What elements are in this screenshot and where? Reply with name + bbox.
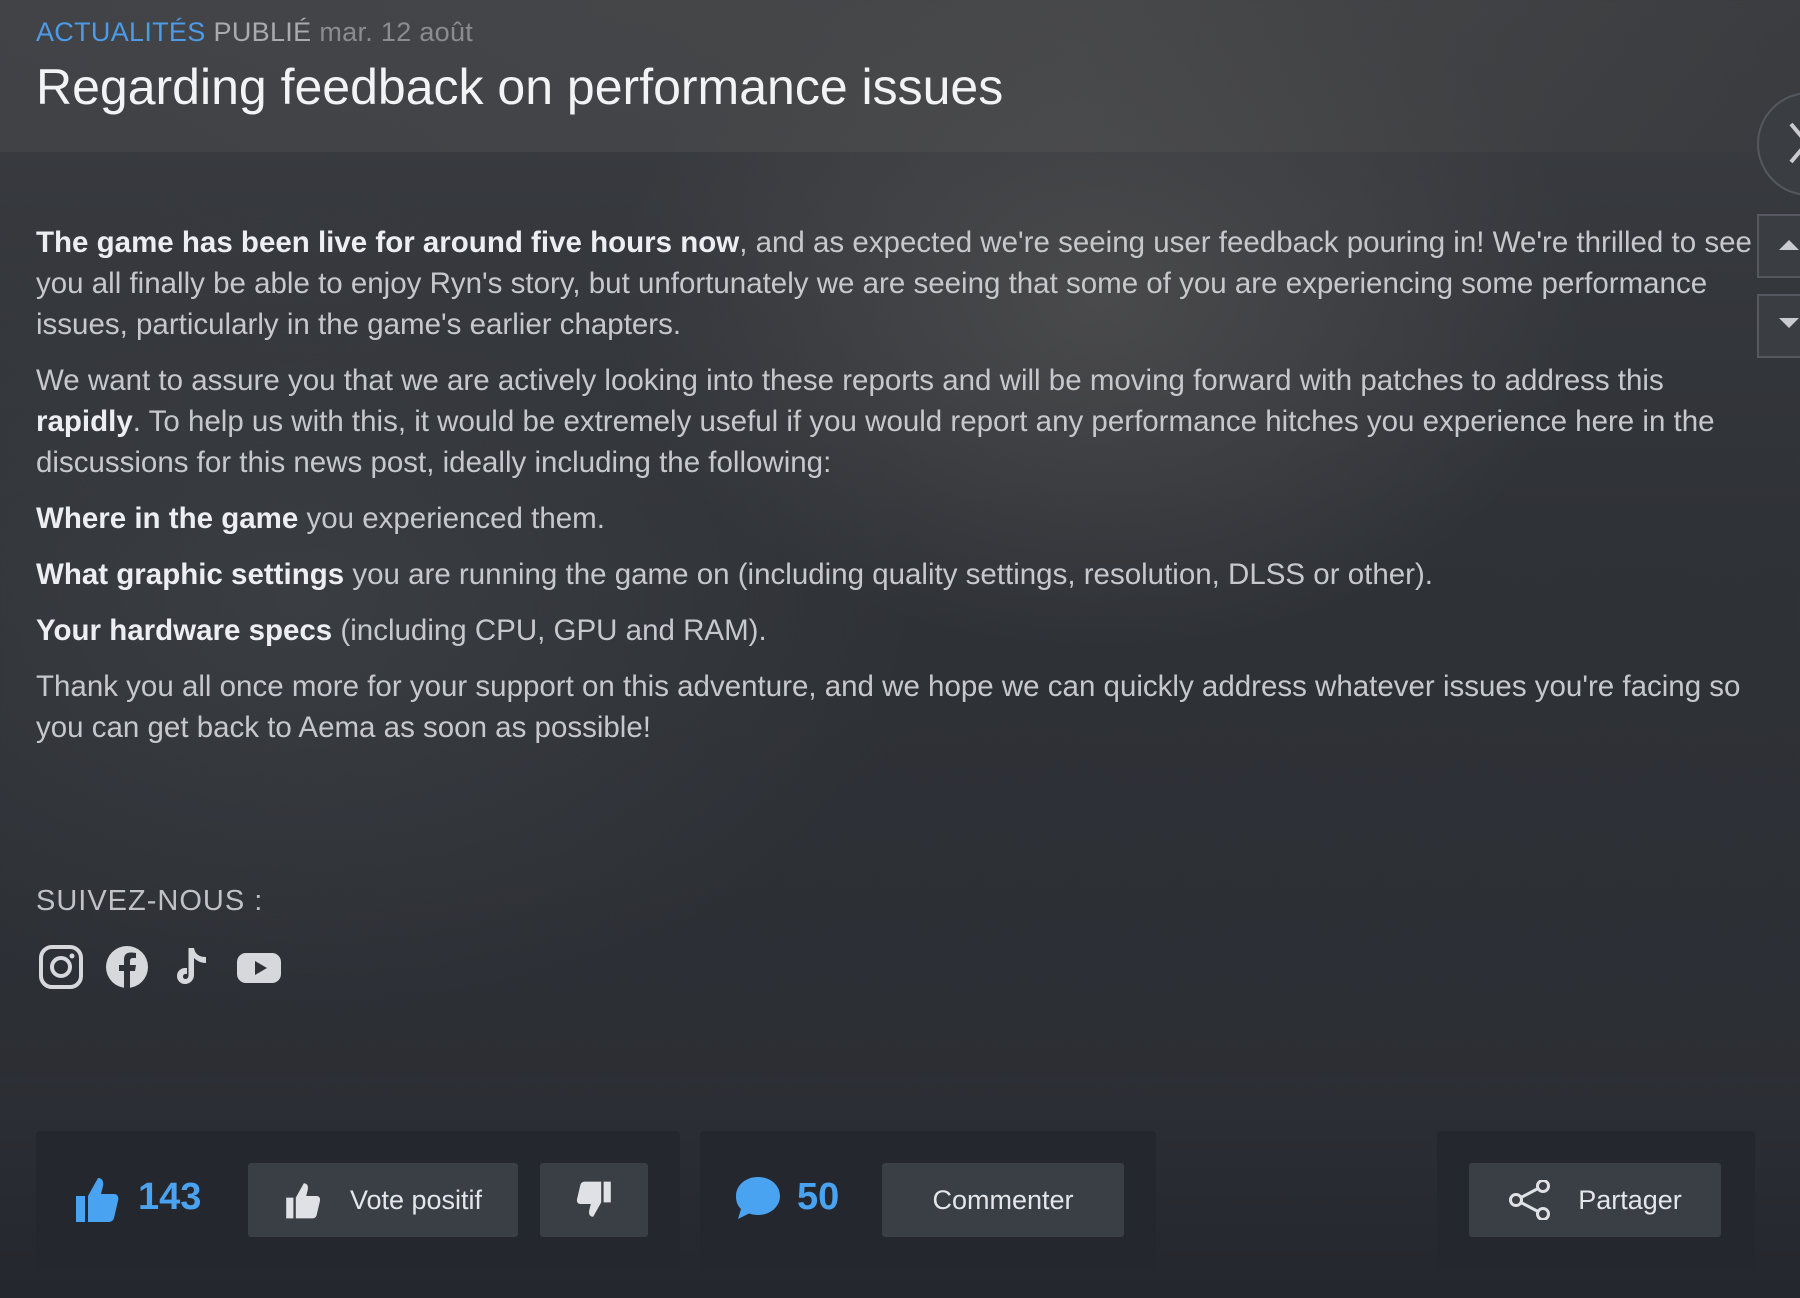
youtube-icon[interactable]: [236, 944, 282, 990]
share-label: Partager: [1578, 1184, 1682, 1215]
chevron-up-icon: [1779, 240, 1799, 250]
thumbs-down-icon: [576, 1181, 611, 1217]
tiktok-icon[interactable]: [170, 944, 216, 990]
vote-up-button[interactable]: Vote positif: [248, 1163, 518, 1237]
published-label: PUBLIÉ: [213, 17, 312, 47]
news-meta: ACTUALITÉS PUBLIÉ mar. 12 août: [36, 17, 473, 48]
vote-count: 143: [138, 1176, 202, 1218]
chevron-down-icon: [1779, 318, 1799, 328]
instagram-icon[interactable]: [38, 944, 84, 990]
paragraph-hardware: Your hardware specs (including CPU, GPU …: [36, 614, 767, 647]
thumbs-up-icon: [76, 1178, 119, 1222]
paragraph-assurance: We want to assure you that we are active…: [36, 364, 1715, 479]
publish-date: mar. 12 août: [319, 17, 474, 47]
previous-post-button[interactable]: [1757, 214, 1800, 278]
comment-button[interactable]: Commenter: [882, 1163, 1124, 1237]
article-body: The game has been live for around five h…: [36, 222, 1756, 763]
comment-count: 50: [797, 1176, 840, 1218]
page-title: Regarding feedback on performance issues: [36, 59, 1004, 115]
category-link[interactable]: ACTUALITÉS: [36, 17, 206, 47]
paragraph-where: Where in the game you experienced them.: [36, 502, 605, 535]
close-icon: [1789, 122, 1800, 164]
paragraph-intro: The game has been live for around five h…: [36, 226, 1752, 341]
thumbs-up-icon: [286, 1183, 321, 1219]
social-links: [38, 944, 282, 990]
comment-label: Commenter: [932, 1184, 1074, 1215]
vote-up-label: Vote positif: [349, 1184, 483, 1215]
paragraph-settings: What graphic settings you are running th…: [36, 558, 1433, 591]
share-button[interactable]: Partager: [1469, 1163, 1721, 1237]
vote-down-button[interactable]: [540, 1163, 648, 1237]
next-post-button[interactable]: [1757, 294, 1800, 358]
follow-us-label: SUIVEZ-NOUS :: [36, 885, 264, 917]
comment-bubble-icon: [736, 1177, 780, 1219]
facebook-icon[interactable]: [104, 944, 150, 990]
paragraph-thanks: Thank you all once more for your support…: [36, 670, 1741, 744]
share-icon: [1509, 1180, 1551, 1220]
